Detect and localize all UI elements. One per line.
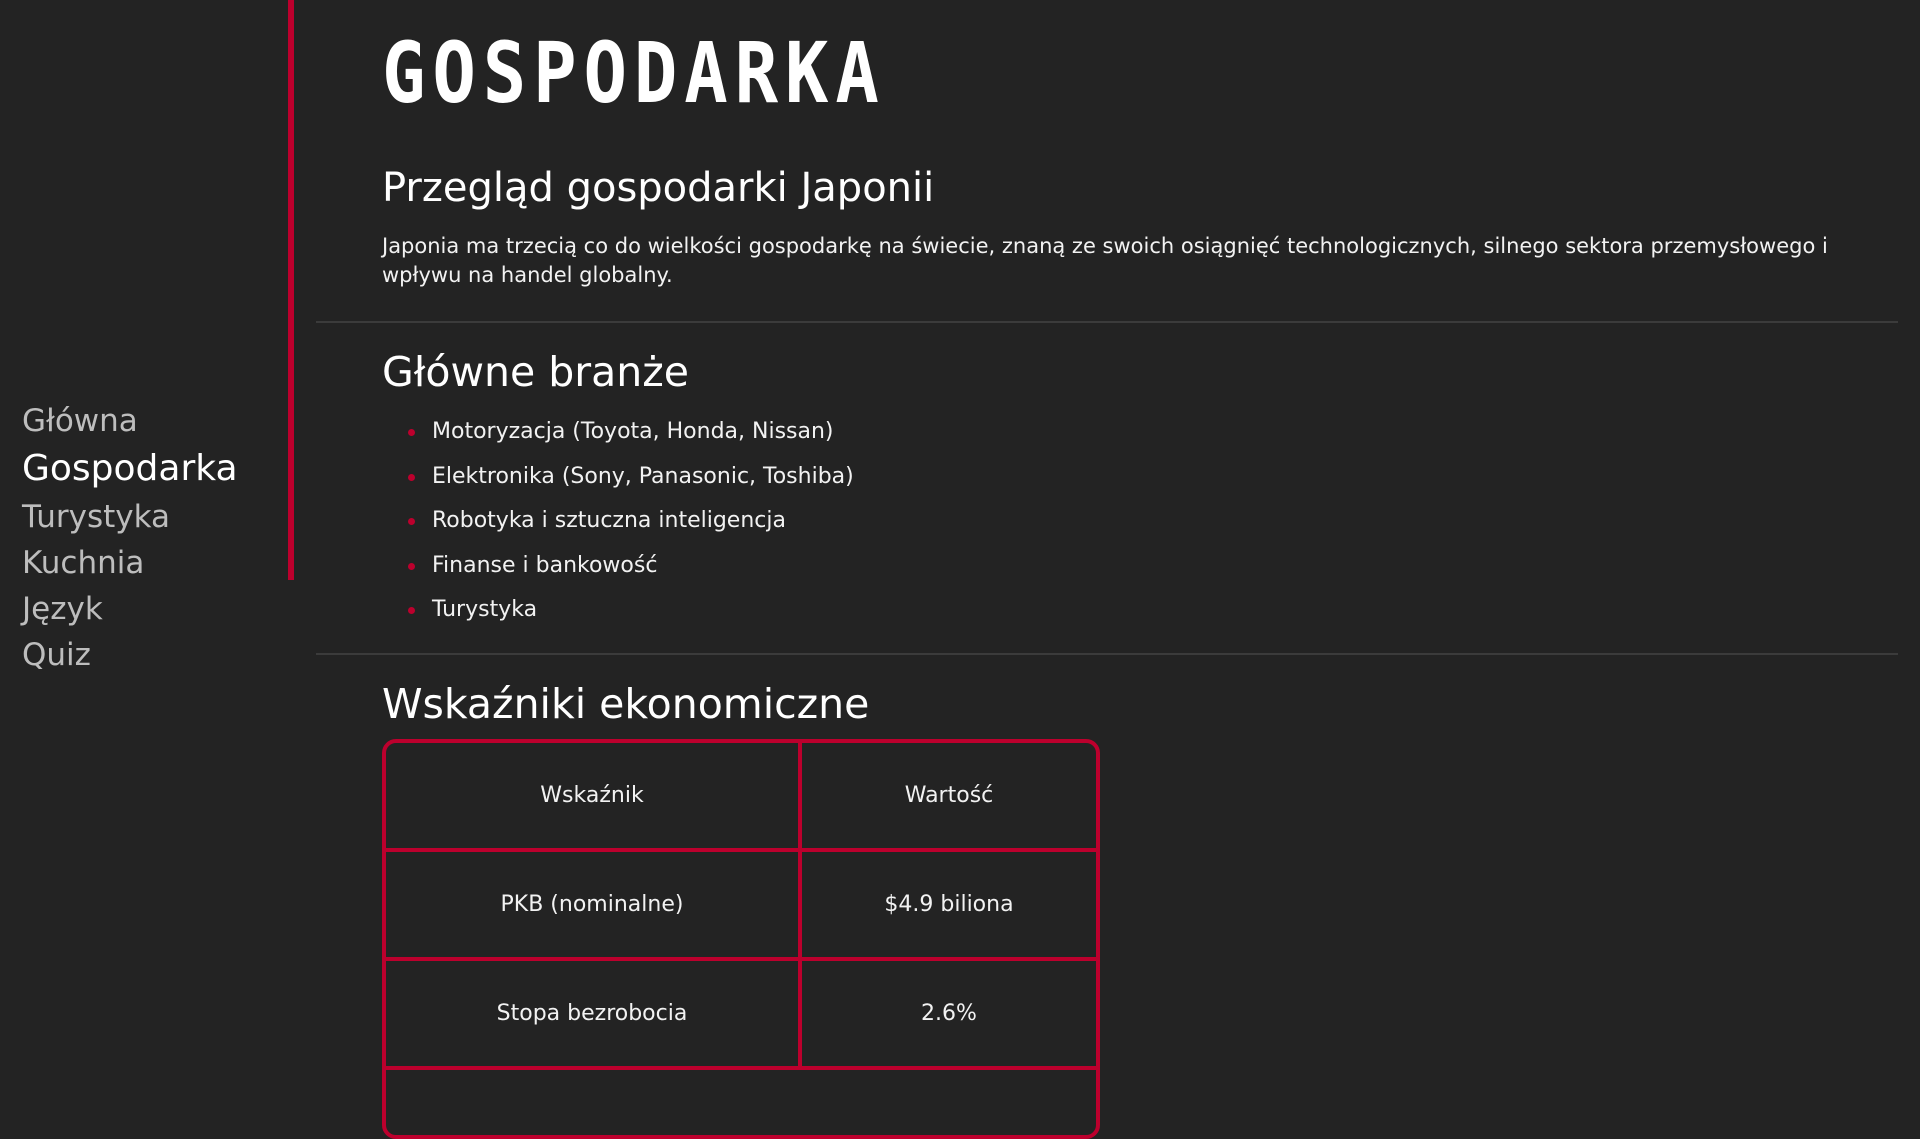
section-divider xyxy=(316,321,1898,323)
industries-title: Główne branże xyxy=(382,348,690,396)
sidebar-item-quiz[interactable]: Quiz xyxy=(22,632,238,678)
sidebar-item-turystyka[interactable]: Turystyka xyxy=(22,494,238,540)
list-item-text: Turystyka xyxy=(432,597,538,623)
indicators-title: Wskaźniki ekonomiczne xyxy=(382,680,870,728)
bullet-icon xyxy=(408,518,415,526)
list-item-text: Motoryzacja (Toyota, Honda, Nissan) xyxy=(432,419,834,444)
page-logo: GOSPODARKA xyxy=(382,24,968,122)
list-item-text: Elektronika (Sony, Panasonic, Toshiba) xyxy=(432,463,854,489)
table-header-indicator: Wskaźnik xyxy=(386,743,802,852)
section-divider xyxy=(316,653,1898,655)
table-header-value: Wartość xyxy=(802,743,1096,852)
table-cell-indicator: Stopa bezrobocia xyxy=(386,961,802,1070)
industries-list: Motoryzacja (Toyota, Honda, Nissan) Elek… xyxy=(382,410,1852,633)
indicators-table: Wskaźnik Wartość PKB (nominalne) $4.9 bi… xyxy=(386,743,1096,1070)
overview-title: Przegląd gospodarki Japonii xyxy=(382,165,935,211)
sidebar-accent-bar xyxy=(288,0,294,580)
industries-section: Główne branże Motoryzacja (Toyota, Honda… xyxy=(382,346,1852,633)
sidebar-item-gospodarka[interactable]: Gospodarka xyxy=(22,444,238,494)
sidebar: Główna Gospodarka Turystyka Kuchnia Języ… xyxy=(0,0,295,1080)
page-logo-text: GOSPODARKA xyxy=(382,24,886,122)
sidebar-item-jezyk[interactable]: Język xyxy=(22,586,238,632)
list-item: Robotyka i sztuczna inteligencja xyxy=(382,499,1852,544)
table-cell-indicator: PKB (nominalne) xyxy=(386,852,802,961)
list-item: Turystyka xyxy=(382,588,1852,633)
bullet-icon xyxy=(408,607,415,615)
list-item-text: Finanse i bankowość xyxy=(432,552,658,578)
table-row: PKB (nominalne) $4.9 biliona xyxy=(386,852,1096,961)
overview-text: Japonia ma trzecią co do wielkości gospo… xyxy=(382,234,1828,287)
list-item-text: Robotyka i sztuczna inteligencja xyxy=(432,508,786,534)
sidebar-nav: Główna Gospodarka Turystyka Kuchnia Języ… xyxy=(22,398,238,678)
bullet-icon xyxy=(408,473,415,481)
overview-section: Przegląd gospodarki Japonii Japonia ma t… xyxy=(382,163,1852,290)
table-header-row: Wskaźnik Wartość xyxy=(386,743,1096,852)
list-item: Motoryzacja (Toyota, Honda, Nissan) xyxy=(382,410,1852,455)
table-row: Stopa bezrobocia 2.6% xyxy=(386,961,1096,1070)
table-cell-value: 2.6% xyxy=(802,961,1096,1070)
list-item: Elektronika (Sony, Panasonic, Toshiba) xyxy=(382,455,1852,500)
table-cell-value: $4.9 biliona xyxy=(802,852,1096,961)
bullet-icon xyxy=(408,429,415,436)
bullet-icon xyxy=(408,562,415,570)
sidebar-item-glowna[interactable]: Główna xyxy=(22,398,238,444)
indicators-table-frame: Wskaźnik Wartość PKB (nominalne) $4.9 bi… xyxy=(382,739,1100,1139)
indicators-section: Wskaźniki ekonomiczne xyxy=(382,678,1852,730)
sidebar-item-kuchnia[interactable]: Kuchnia xyxy=(22,540,238,586)
list-item: Finanse i bankowość xyxy=(382,544,1852,589)
